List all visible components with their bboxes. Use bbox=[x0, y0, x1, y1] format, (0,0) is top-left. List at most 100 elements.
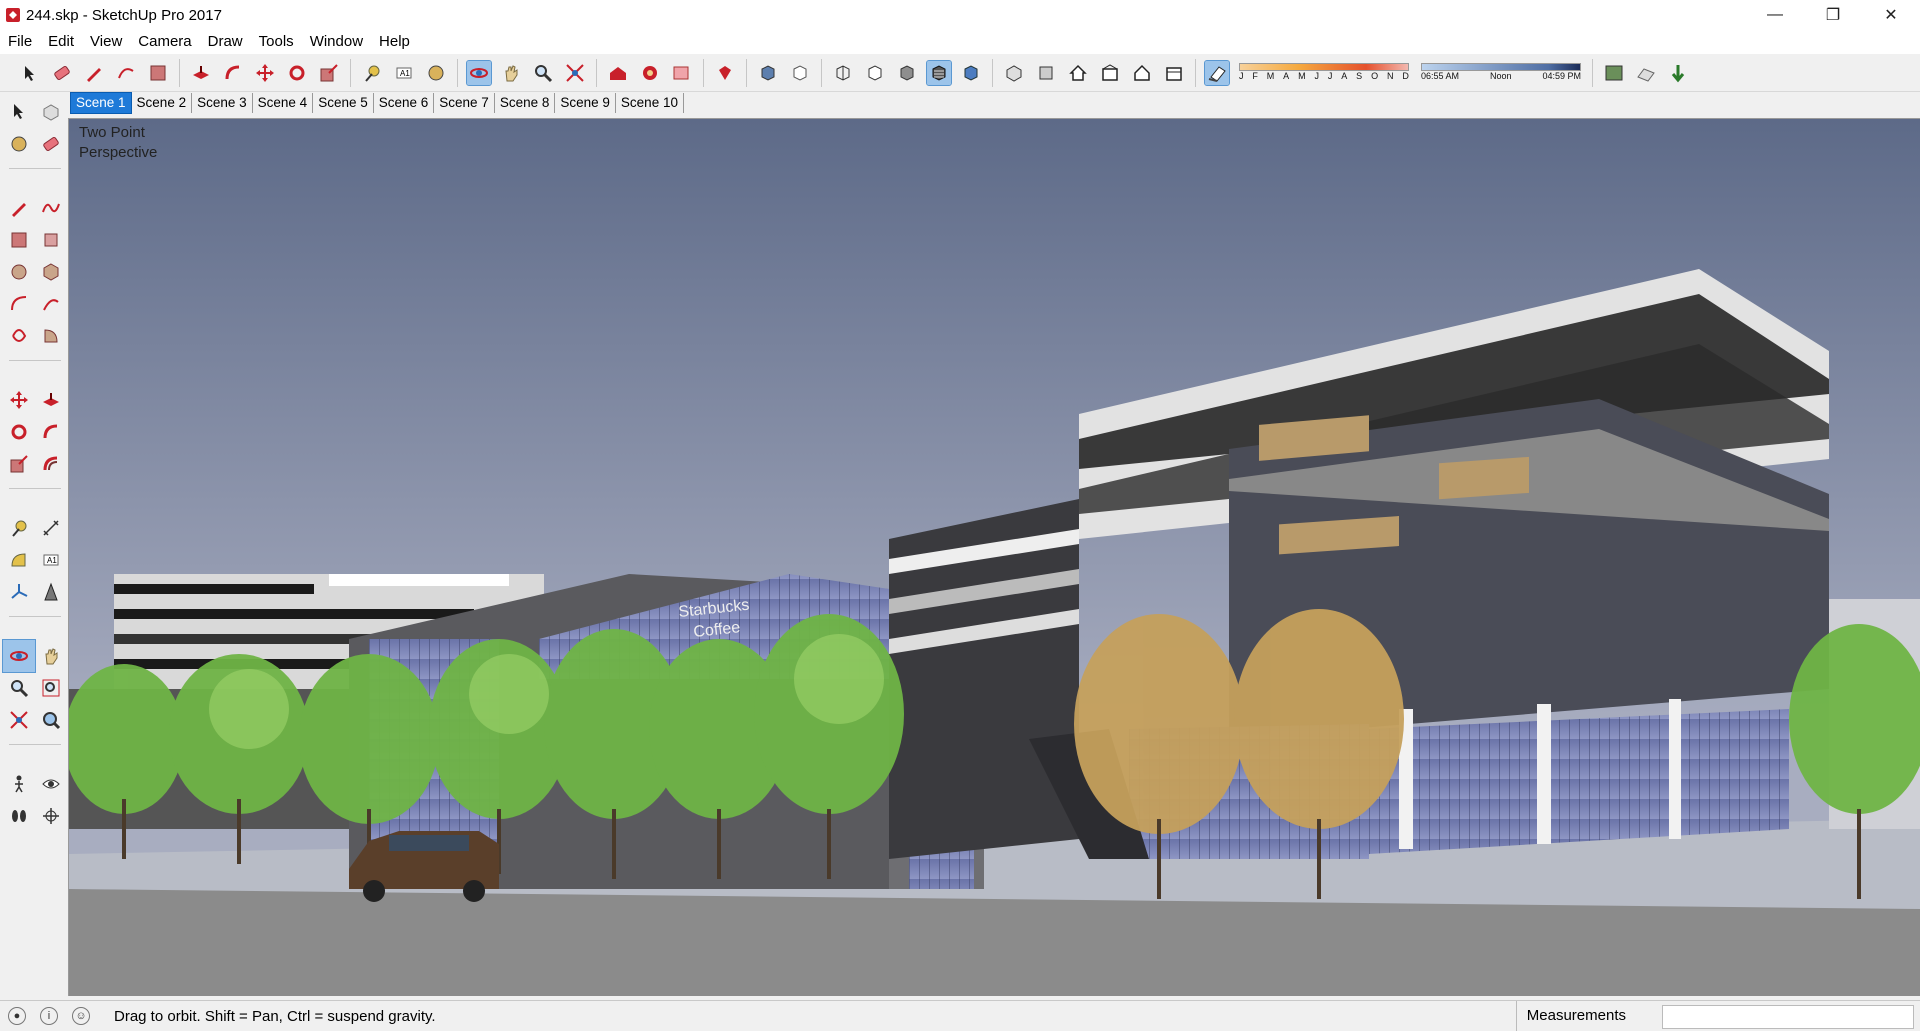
rotate-icon[interactable] bbox=[285, 61, 309, 85]
model-viewport[interactable]: Starbucks Coffee Two Point Perspective bbox=[68, 118, 1920, 996]
menu-help[interactable]: Help bbox=[371, 30, 418, 54]
zoom-window-icon[interactable] bbox=[35, 672, 67, 704]
close-button[interactable]: ✕ bbox=[1862, 0, 1920, 30]
zoom-icon[interactable] bbox=[531, 61, 555, 85]
menu-tools[interactable]: Tools bbox=[251, 30, 302, 54]
shaded-style-icon[interactable] bbox=[895, 61, 919, 85]
tab-scene-8[interactable]: Scene 8 bbox=[495, 93, 556, 113]
tab-scene-9[interactable]: Scene 9 bbox=[555, 93, 616, 113]
ruby-console-icon[interactable] bbox=[713, 61, 737, 85]
protractor-icon[interactable] bbox=[3, 544, 35, 576]
previous-view-icon[interactable] bbox=[35, 704, 67, 736]
circle-tool-icon[interactable] bbox=[3, 256, 35, 288]
restore-button[interactable]: ❐ bbox=[1804, 0, 1862, 30]
select-arrow-icon[interactable] bbox=[18, 61, 42, 85]
polygon-tool-icon[interactable] bbox=[35, 256, 67, 288]
tab-scene-1[interactable]: Scene 1 bbox=[70, 92, 132, 114]
pan-hand-icon[interactable] bbox=[499, 61, 523, 85]
rotated-rectangle-icon[interactable] bbox=[35, 224, 67, 256]
orbit-icon[interactable] bbox=[2, 639, 36, 673]
rectangle-tool-icon[interactable] bbox=[3, 224, 35, 256]
section-plane-icon[interactable] bbox=[35, 800, 67, 832]
menu-camera[interactable]: Camera bbox=[130, 30, 199, 54]
layout-send-icon[interactable] bbox=[670, 61, 694, 85]
arc-tool-icon[interactable] bbox=[3, 288, 35, 320]
month-bar[interactable] bbox=[1239, 63, 1409, 71]
zoom-extents-icon[interactable] bbox=[3, 704, 35, 736]
shape-dropdown-icon[interactable] bbox=[114, 61, 138, 85]
follow-me-icon[interactable] bbox=[35, 416, 67, 448]
time-bar[interactable] bbox=[1421, 63, 1581, 71]
tab-scene-6[interactable]: Scene 6 bbox=[374, 93, 435, 113]
axes-icon[interactable] bbox=[3, 576, 35, 608]
shadows-toggle-icon[interactable] bbox=[1204, 59, 1230, 86]
pencil-line-icon[interactable] bbox=[82, 61, 106, 85]
tab-scene-3[interactable]: Scene 3 bbox=[192, 93, 253, 113]
rotate-icon[interactable] bbox=[3, 416, 35, 448]
geo-location-icon[interactable] bbox=[1602, 61, 1626, 85]
warehouse-icon[interactable] bbox=[606, 61, 630, 85]
top-view-icon[interactable] bbox=[1034, 61, 1058, 85]
walk-footprints-icon[interactable] bbox=[3, 800, 35, 832]
toggle-terrain-icon[interactable] bbox=[1634, 61, 1658, 85]
scale-icon[interactable] bbox=[317, 61, 341, 85]
shadow-date-slider[interactable]: J F M A M J J A S O N D bbox=[1239, 58, 1409, 88]
text-tool-icon[interactable]: A1 bbox=[35, 544, 67, 576]
tab-scene-2[interactable]: Scene 2 bbox=[132, 93, 193, 113]
minimize-button[interactable]: — bbox=[1746, 0, 1804, 30]
position-camera-icon[interactable] bbox=[3, 768, 35, 800]
menu-draw[interactable]: Draw bbox=[200, 30, 251, 54]
pie-tool-icon[interactable] bbox=[35, 320, 67, 352]
tab-scene-4[interactable]: Scene 4 bbox=[253, 93, 314, 113]
three-point-arc-icon[interactable] bbox=[3, 320, 35, 352]
right-view-icon[interactable] bbox=[1098, 61, 1122, 85]
eraser-icon[interactable] bbox=[35, 128, 67, 160]
hidden-line-style-icon[interactable] bbox=[863, 61, 887, 85]
eraser-icon[interactable] bbox=[50, 61, 74, 85]
iso-view-icon[interactable] bbox=[1002, 61, 1026, 85]
follow-me-icon[interactable] bbox=[221, 61, 245, 85]
back-edges-style-icon[interactable] bbox=[788, 61, 812, 85]
paint-bucket-icon[interactable] bbox=[424, 61, 448, 85]
geo-location-status-icon[interactable]: ● bbox=[8, 1007, 26, 1025]
extension-warehouse-icon[interactable] bbox=[638, 61, 662, 85]
menu-view[interactable]: View bbox=[82, 30, 130, 54]
tab-scene-5[interactable]: Scene 5 bbox=[313, 93, 374, 113]
move-icon[interactable] bbox=[253, 61, 277, 85]
two-point-arc-icon[interactable] bbox=[35, 288, 67, 320]
push-pull-icon[interactable] bbox=[189, 61, 213, 85]
pan-hand-icon[interactable] bbox=[35, 640, 67, 672]
3d-text-icon[interactable] bbox=[35, 576, 67, 608]
tape-measure-icon[interactable] bbox=[360, 61, 384, 85]
tab-scene-10[interactable]: Scene 10 bbox=[616, 93, 684, 113]
select-arrow-icon[interactable] bbox=[3, 96, 35, 128]
wireframe-style-icon[interactable] bbox=[831, 61, 855, 85]
move-icon[interactable] bbox=[3, 384, 35, 416]
offset-icon[interactable] bbox=[35, 448, 67, 480]
line-tool-icon[interactable] bbox=[3, 192, 35, 224]
user-avatar-icon[interactable]: ☺ bbox=[72, 1007, 90, 1025]
freehand-icon[interactable] bbox=[35, 192, 67, 224]
menu-file[interactable]: File bbox=[0, 30, 40, 54]
look-around-eye-icon[interactable] bbox=[35, 768, 67, 800]
monochrome-style-icon[interactable] bbox=[959, 61, 983, 85]
paint-bucket-icon[interactable] bbox=[3, 128, 35, 160]
zoom-extents-icon[interactable] bbox=[563, 61, 587, 85]
tab-scene-7[interactable]: Scene 7 bbox=[434, 93, 495, 113]
shaded-textures-style-icon[interactable] bbox=[926, 59, 952, 86]
xray-style-icon[interactable] bbox=[756, 61, 780, 85]
menu-window[interactable]: Window bbox=[302, 30, 371, 54]
info-icon[interactable]: i bbox=[40, 1007, 58, 1025]
orbit-icon[interactable] bbox=[466, 59, 492, 86]
measurements-input[interactable] bbox=[1662, 1005, 1914, 1029]
left-view-icon[interactable] bbox=[1162, 61, 1186, 85]
dimension-icon[interactable] bbox=[35, 512, 67, 544]
menu-edit[interactable]: Edit bbox=[40, 30, 82, 54]
add-location-icon[interactable] bbox=[1666, 61, 1690, 85]
scale-icon[interactable] bbox=[3, 448, 35, 480]
front-view-icon[interactable] bbox=[1066, 61, 1090, 85]
zoom-icon[interactable] bbox=[3, 672, 35, 704]
text-tool-icon[interactable]: A1 bbox=[392, 61, 416, 85]
make-component-icon[interactable] bbox=[35, 96, 67, 128]
push-pull-icon[interactable] bbox=[35, 384, 67, 416]
